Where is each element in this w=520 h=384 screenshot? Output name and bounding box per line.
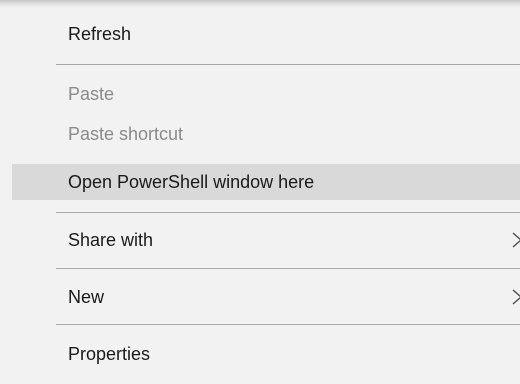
menu-item-label: Share with bbox=[68, 230, 154, 250]
context-menu: Refresh Paste Paste shortcut Open PowerS… bbox=[0, 0, 520, 384]
menu-item-paste[interactable]: Paste bbox=[12, 76, 520, 112]
menu-item-refresh[interactable]: Refresh bbox=[12, 16, 520, 52]
menu-top-shadow bbox=[0, 0, 520, 8]
chevron-right-icon bbox=[512, 232, 520, 248]
menu-separator bbox=[56, 324, 520, 325]
menu-item-open-powershell[interactable]: Open PowerShell window here bbox=[12, 164, 520, 200]
menu-separator bbox=[56, 64, 520, 65]
menu-item-label: Open PowerShell window here bbox=[68, 172, 315, 192]
menu-item-label: Properties bbox=[68, 344, 151, 364]
menu-item-paste-shortcut[interactable]: Paste shortcut bbox=[12, 116, 520, 152]
menu-item-properties[interactable]: Properties bbox=[12, 336, 520, 372]
menu-item-label: New bbox=[68, 287, 105, 307]
menu-separator bbox=[56, 212, 520, 213]
menu-item-label: Paste shortcut bbox=[68, 124, 184, 144]
menu-separator bbox=[56, 268, 520, 269]
chevron-right-icon bbox=[512, 289, 520, 305]
menu-item-new[interactable]: New bbox=[12, 279, 520, 315]
menu-item-label: Refresh bbox=[68, 24, 132, 44]
menu-item-share-with[interactable]: Share with bbox=[12, 222, 520, 258]
menu-item-label: Paste bbox=[68, 84, 115, 104]
